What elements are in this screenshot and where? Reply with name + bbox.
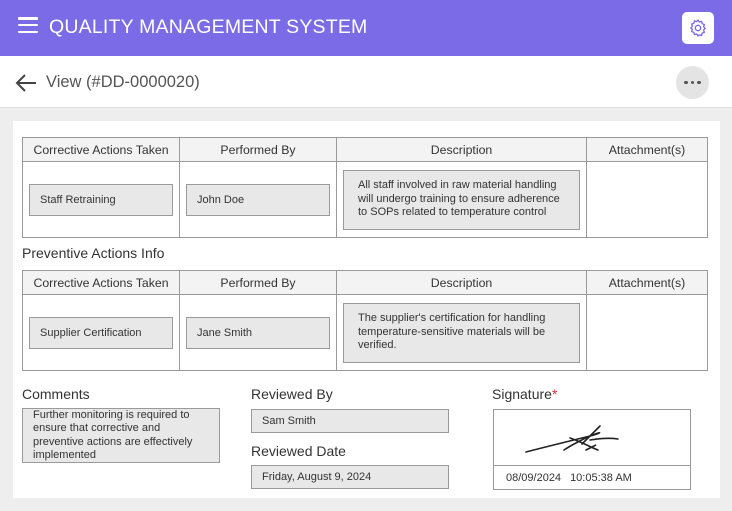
reviewed-by-label: Reviewed By bbox=[251, 386, 333, 402]
more-horizontal-icon bbox=[684, 80, 688, 85]
comments-field[interactable]: Further monitoring is required to ensure… bbox=[22, 408, 220, 463]
reviewed-date-label: Reviewed Date bbox=[251, 443, 346, 459]
action-field[interactable]: Supplier Certification bbox=[29, 316, 173, 349]
reviewed-date-field[interactable]: Friday, August 9, 2024 bbox=[251, 465, 449, 489]
column-header-performed-by: Performed By bbox=[179, 270, 337, 295]
table-header-row: Corrective Actions Taken Performed By De… bbox=[22, 270, 708, 295]
comments-label: Comments bbox=[22, 386, 90, 402]
attachments-cell[interactable] bbox=[586, 161, 708, 238]
app-title: QUALITY MANAGEMENT SYSTEM bbox=[49, 16, 368, 38]
signature-time: 10:05:38 AM bbox=[570, 471, 632, 484]
signature-timestamp: 08/09/2024 10:05:38 AM bbox=[494, 465, 690, 489]
preventive-actions-table: Corrective Actions Taken Performed By De… bbox=[22, 270, 708, 371]
column-header-description: Description bbox=[336, 137, 587, 162]
gear-icon bbox=[689, 19, 706, 37]
page-title: View (#DD-0000020) bbox=[46, 73, 200, 91]
reviewed-by-field[interactable]: Sam Smith bbox=[251, 409, 449, 433]
required-marker: * bbox=[551, 386, 558, 402]
column-header-attachments: Attachment(s) bbox=[586, 137, 708, 162]
column-header-performed-by: Performed By bbox=[179, 137, 337, 162]
table-row: Supplier Certification Jane Smith The su… bbox=[22, 294, 708, 371]
performed-by-field[interactable]: Jane Smith bbox=[186, 316, 330, 349]
section-title-preventive: Preventive Actions Info bbox=[22, 245, 165, 261]
table-row: Staff Retraining John Doe All staff invo… bbox=[22, 161, 708, 238]
description-field[interactable]: The supplier's certification for handlin… bbox=[343, 302, 580, 363]
page-toolbar: View (#DD-0000020) bbox=[0, 56, 732, 108]
settings-button[interactable] bbox=[682, 12, 714, 44]
signature-label-text: Signature bbox=[492, 386, 552, 402]
signature-box[interactable]: 08/09/2024 10:05:38 AM bbox=[493, 409, 691, 490]
column-header-action: Corrective Actions Taken bbox=[22, 137, 180, 162]
description-field[interactable]: All staff involved in raw material handl… bbox=[343, 169, 580, 230]
table-header-row: Corrective Actions Taken Performed By De… bbox=[22, 137, 708, 162]
attachments-cell[interactable] bbox=[586, 294, 708, 371]
signature-date: 08/09/2024 bbox=[506, 471, 562, 484]
record-card: Corrective Actions Taken Performed By De… bbox=[13, 121, 720, 498]
app-header: QUALITY MANAGEMENT SYSTEM bbox=[0, 0, 732, 56]
performed-by-field[interactable]: John Doe bbox=[186, 183, 330, 216]
more-options-button[interactable] bbox=[676, 66, 709, 99]
corrective-actions-table: Corrective Actions Taken Performed By De… bbox=[22, 137, 708, 238]
column-header-action: Corrective Actions Taken bbox=[22, 270, 180, 295]
column-header-description: Description bbox=[336, 270, 587, 295]
hamburger-menu-icon[interactable] bbox=[18, 17, 38, 33]
signature-image bbox=[525, 425, 619, 453]
column-header-attachments: Attachment(s) bbox=[586, 270, 708, 295]
arrow-left-icon[interactable] bbox=[14, 72, 38, 94]
action-field[interactable]: Staff Retraining bbox=[29, 183, 173, 216]
signature-label: Signature* bbox=[492, 386, 557, 402]
